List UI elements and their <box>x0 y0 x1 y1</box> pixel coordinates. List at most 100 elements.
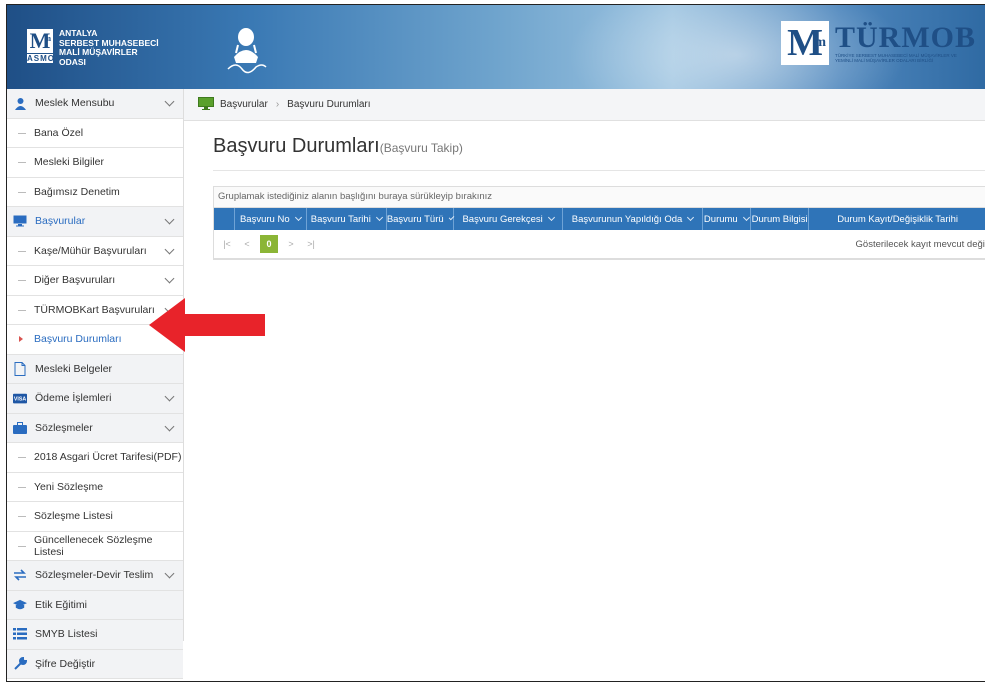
next-page-button[interactable]: > <box>284 236 298 252</box>
chevron-down-icon <box>164 391 175 402</box>
chevron-down-icon[interactable] <box>547 213 555 222</box>
sidebar-item-smyb-listesi[interactable]: SMYB Listesi <box>7 620 183 650</box>
breadcrumb: Başvurular › Başvuru Durumları <box>184 89 985 121</box>
sidebar-item-label: Diğer Başvuruları <box>34 274 116 287</box>
applications-grid: Gruplamak istediğiniz alanın başlığını b… <box>213 186 985 260</box>
prev-page-button[interactable]: < <box>240 236 254 252</box>
grid-pager: |< < 0 > >| Gösterilecek kayıt mevcut de… <box>214 230 985 259</box>
group-drop-area[interactable]: Gruplamak istediğiniz alanın başlığını b… <box>214 187 985 208</box>
no-records-message: Gösterilecek kayıt mevcut değil <box>855 238 985 250</box>
sidebar-item-deme-i-lemleri[interactable]: VISA Ödeme İşlemleri <box>7 384 183 414</box>
sidebar-item-label: Şifre Değiştir <box>35 657 96 670</box>
turmob-subtitle: TÜRKİYE SERBEST MUHASEBECİ MALİ MÜŞAVİRL… <box>835 53 957 63</box>
column-header-label: Başvuru Tarihi <box>310 213 371 225</box>
sidebar-item-ba-vurular[interactable]: Başvurular <box>7 207 183 237</box>
column-header-label: Başvurunun Yapıldığı Oda <box>571 213 683 225</box>
chevron-down-icon <box>164 568 175 579</box>
chevron-down-icon[interactable] <box>687 213 695 222</box>
sidebar-item-di-er-ba-vurular[interactable]: Diğer Başvuruları <box>7 266 183 296</box>
monitor-icon <box>13 214 27 228</box>
org-name: ANTALYA SERBEST MUHASEBECİ MALİ MÜŞAVİRL… <box>59 28 159 67</box>
sidebar-item-label: Mesleki Bilgiler <box>34 156 105 169</box>
sidebar-item-g-ncellenecek-s-zle-me-listesi[interactable]: Güncellenecek Sözleşme Listesi <box>7 531 183 561</box>
red-arrow-annotation <box>149 298 265 352</box>
column-header-label: Durum Kayıt/Değişiklik Tarihi <box>837 213 958 225</box>
sidebar-item-label: Bana Özel <box>34 126 84 139</box>
sidebar-item-yeni-s-zle-me[interactable]: Yeni Sözleşme <box>7 472 183 502</box>
breadcrumb-root-link[interactable]: Başvurular <box>220 99 268 110</box>
briefcase-icon <box>13 421 27 435</box>
breadcrumb-current: Başvuru Durumları <box>287 99 371 110</box>
sidebar-item-label: Meslek Mensubu <box>35 97 115 110</box>
svg-text:VISA: VISA <box>14 396 26 402</box>
sidebar-item-label: Ödeme İşlemleri <box>35 392 112 405</box>
sidebar-item-label: Kaşe/Mühür Başvuruları <box>34 244 147 257</box>
active-marker-icon <box>19 336 23 342</box>
sidebar-item-label: Bağımsız Denetim <box>34 185 120 198</box>
sidebar-item-label: 2018 Asgari Ücret Tarifesi(PDF) <box>34 451 182 464</box>
column-header[interactable]: Durum Bilgisi <box>751 208 810 230</box>
wrench-icon <box>13 657 27 671</box>
turmob-logo[interactable]: Mm TÜRMOB TÜRKİYE SERBEST MUHASEBECİ MAL… <box>781 21 976 65</box>
sidebar-item-ba-ms-z-denetim[interactable]: Bağımsız Denetim <box>7 177 183 207</box>
sidebar-item-ifre-de-i-tir[interactable]: Şifre Değiştir <box>7 649 183 679</box>
turmob-title: TÜRMOB <box>835 21 976 54</box>
first-page-button[interactable]: |< <box>220 236 234 252</box>
sidebar-item-label: Güncellenecek Sözleşme Listesi <box>34 533 153 558</box>
asmo-label: ASMO <box>27 54 55 63</box>
sidebar-item-label: Sözleşme Listesi <box>34 510 113 523</box>
sidebar-item-mesleki-bilgiler[interactable]: Mesleki Bilgiler <box>7 148 183 178</box>
chevron-down-icon[interactable] <box>294 213 302 222</box>
app-frame: Mm ASMO ANTALYA SERBEST MUHASEBECİ MALİ … <box>6 4 985 682</box>
column-header[interactable]: Durum Kayıt/Değişiklik Tarihi <box>809 208 985 230</box>
column-header-label: Başvuru Türü <box>386 213 444 225</box>
grid-header: Başvuru No Başvuru Tarihi Başvuru Türü Başv… <box>214 208 985 230</box>
column-header[interactable]: Başvurunun Yapıldığı Oda <box>563 208 703 230</box>
list-icon <box>13 627 27 641</box>
page-title: Başvuru Durumları(Başvuru Takip) <box>213 135 463 157</box>
sidebar-item-2018-asgari-cret-tarifesi-pdf[interactable]: 2018 Asgari Ücret Tarifesi(PDF) <box>7 443 183 473</box>
last-page-button[interactable]: >| <box>304 236 318 252</box>
sidebar-item-s-zle-meler-devir-teslim[interactable]: Sözleşmeler-Devir Teslim <box>7 561 183 591</box>
column-header[interactable]: Başvuru Tarihi <box>307 208 387 230</box>
sidebar-item-meslek-mensubu[interactable]: Meslek Mensubu <box>7 89 183 119</box>
column-header[interactable]: Başvuru Gerekçesi <box>454 208 564 230</box>
chevron-down-icon[interactable] <box>742 213 750 222</box>
ataturk-signature-emblem <box>227 28 267 74</box>
sidebar-item-label: Yeni Sözleşme <box>34 480 104 493</box>
monitor-icon <box>198 96 214 113</box>
sidebar-item-mesleki-belgeler[interactable]: Mesleki Belgeler <box>7 354 183 384</box>
exchange-icon <box>13 568 27 582</box>
sidebar-nav: Meslek Mensubu Bana Özel Mesleki Bilgiler B… <box>7 89 184 679</box>
column-header[interactable]: Başvuru No <box>235 208 307 230</box>
chevron-down-icon <box>164 421 175 431</box>
column-header[interactable]: Başvuru Türü <box>386 208 455 230</box>
visa-card-icon: VISA <box>13 391 27 405</box>
grid-expand-column <box>214 208 235 230</box>
sidebar-item-label: Mesleki Belgeler <box>35 362 113 375</box>
column-header-label: Başvuru Gerekçesi <box>462 213 543 225</box>
column-header-label: Durum Bilgisi <box>751 213 808 225</box>
graduation-cap-icon <box>13 598 27 612</box>
asmo-m-logo: Mm <box>27 29 53 53</box>
sidebar-item-s-zle-me-listesi[interactable]: Sözleşme Listesi <box>7 502 183 532</box>
chevron-down-icon <box>164 244 175 254</box>
sidebar-item-ka-e-m-h-r-ba-vurular[interactable]: Kaşe/Mühür Başvuruları <box>7 236 183 266</box>
sidebar-item-label: TÜRMOBKart Başvuruları <box>34 303 155 316</box>
sidebar-item-label: SMYB Listesi <box>35 628 98 641</box>
chevron-down-icon <box>164 96 175 107</box>
turmob-m-logo: Mm <box>781 21 829 65</box>
user-icon <box>13 96 27 110</box>
current-page-button[interactable]: 0 <box>260 235 278 253</box>
sidebar-item-bana-zel[interactable]: Bana Özel <box>7 118 183 148</box>
column-header[interactable]: Durumu <box>703 208 752 230</box>
document-icon <box>13 361 27 376</box>
asmo-logo[interactable]: Mm ASMO ANTALYA SERBEST MUHASEBECİ MALİ … <box>27 28 159 67</box>
sidebar-item-s-zle-meler[interactable]: Sözleşmeler <box>7 413 183 443</box>
sidebar-item-etik-e-itimi[interactable]: Etik Eğitimi <box>7 590 183 620</box>
chevron-down-icon <box>164 214 175 225</box>
chevron-down-icon[interactable] <box>375 213 383 222</box>
sidebar-item-label: Sözleşmeler-Devir Teslim <box>35 569 154 582</box>
sidebar-item-label: Başvuru Durumları <box>34 333 122 346</box>
column-header-label: Durumu <box>703 213 738 225</box>
